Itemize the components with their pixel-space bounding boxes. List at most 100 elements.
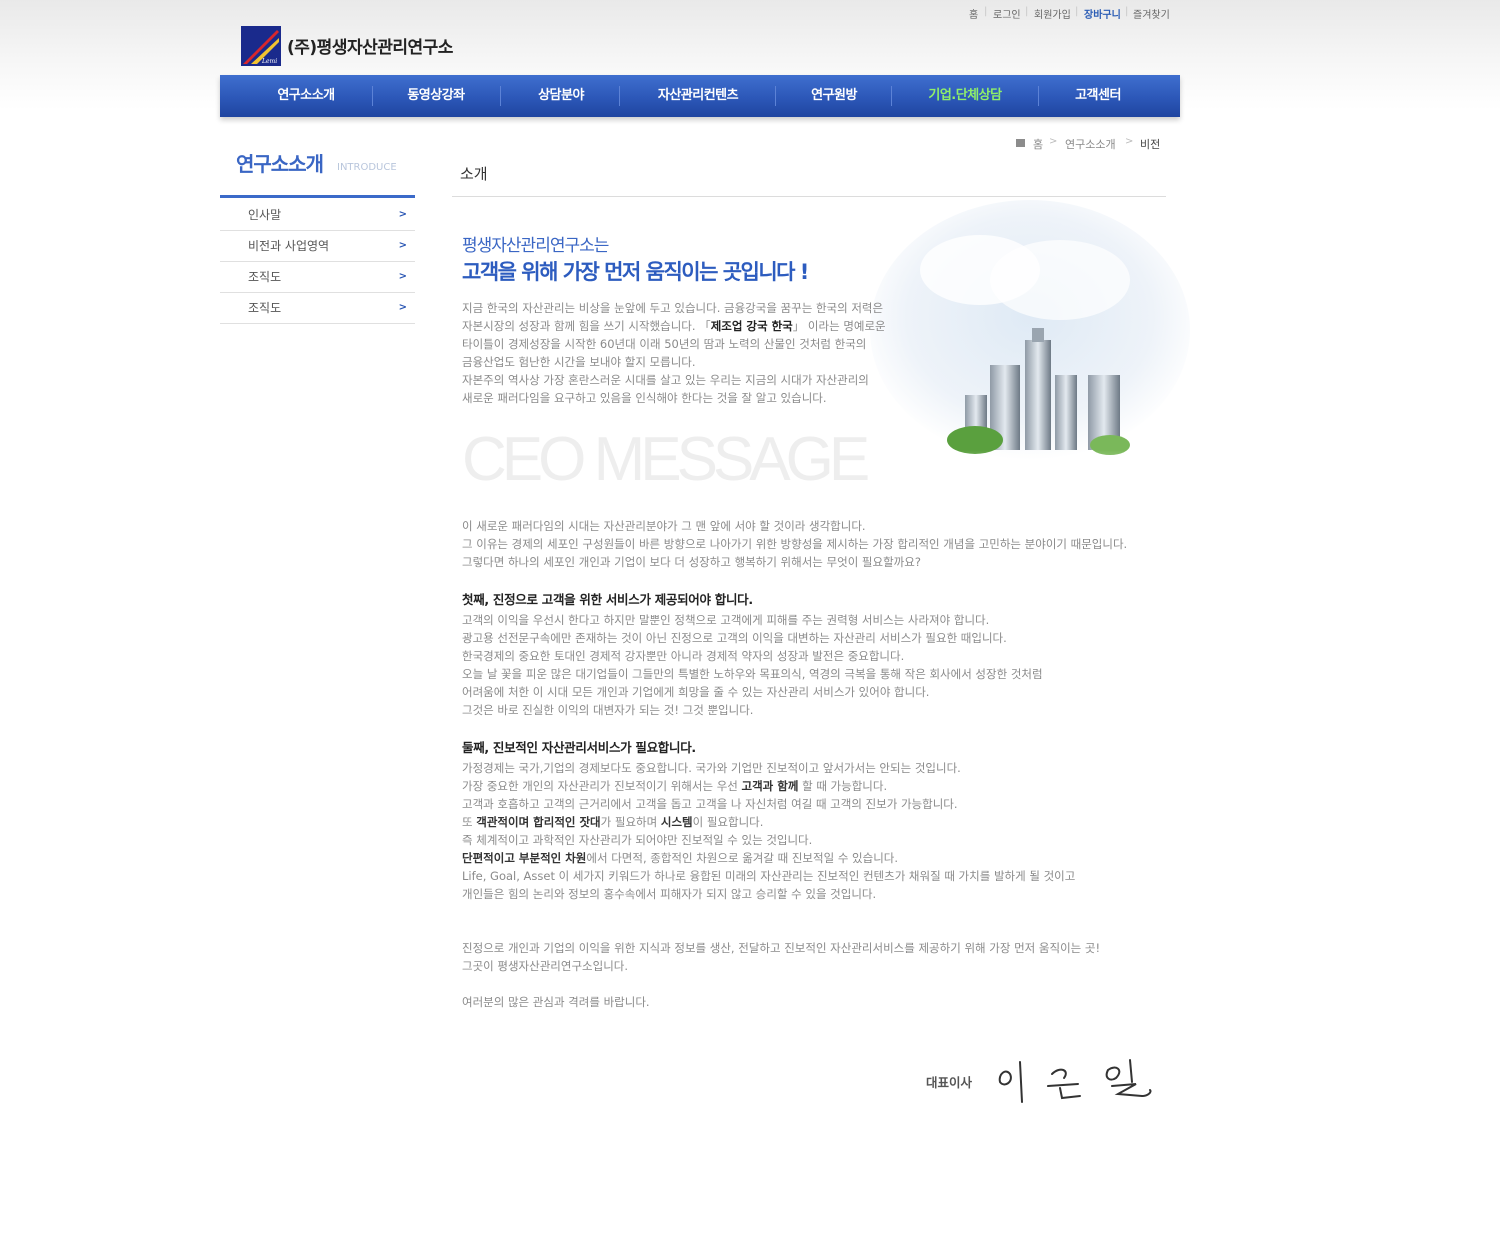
intro-text: 지금 한국의 자산관리는 비상을 눈앞에 두고 있습니다. 금융강국을 꿈꾸는 … [462,299,892,407]
gnb-divider [500,86,501,106]
paragraph-line: 광고용 선전문구속에만 존재하는 것이 아닌 진정으로 고객의 이익을 대변하는… [462,631,1007,645]
text-highlight: 객관적이며 합리적인 잣대 [476,815,601,829]
lnb-item-label: 비전과 사업영역 [248,239,330,253]
lnb-item-organization-2[interactable]: 조직도 > [220,293,415,324]
util-separator: | [1125,6,1129,17]
intro-line: 자본주의 역사상 가장 혼란스러운 시대를 살고 있는 우리는 지금의 시대가 … [462,373,869,387]
gnb-divider [1038,86,1039,106]
thanks-paragraph: 여러분의 많은 관심과 격려를 바랍니다. [462,993,1182,1011]
intro-line: 지금 한국의 자산관리는 비상을 눈앞에 두고 있습니다. 금융강국을 꿈꾸는 … [462,301,884,315]
gnb-divider [891,86,892,106]
text-highlight: 고객과 함께 [741,779,799,793]
closing-paragraph: 진정으로 개인과 기업의 이익을 위한 지식과 정보를 생산, 전달하고 진보적… [462,939,1182,975]
text-fragment: 이 필요합니다. [692,815,764,829]
text-fragment: 할 때 가능합니다. [798,779,888,793]
paragraph-line: 개인들은 힘의 논리와 정보의 홍수속에서 피해자가 되지 않고 승리할 수 있… [462,887,877,901]
paragraph-line: 그곳이 평생자산관리연구소입니다. [462,959,629,973]
signer-title: 대표이사 [926,1075,973,1090]
paragraph-line: Life, Goal, Asset 이 세가지 키워드가 하나로 융합된 미래의… [462,869,1076,883]
ceo-signature-image [998,1059,1152,1103]
gnb-divider [775,86,776,106]
section1-heading: 첫째, 진정으로 고객을 위한 서비스가 제공되어야 합니다. [462,592,753,607]
chevron-right-icon: > [398,209,407,220]
util-login-link[interactable]: 로그인 [993,6,1021,21]
gnb-item-researcher-room[interactable]: 연구원방 [788,75,880,117]
breadcrumb-current: 비전 [1140,138,1161,151]
text-highlight: 단편적이고 부분적인 차원 [462,851,587,865]
section2-heading: 둘째, 진보적인 자산관리서비스가 필요합니다. [462,740,696,755]
paragraph-line: 가장 중요한 개인의 자산관리가 진보적이기 위해서는 우선 고객과 함께 할 … [462,777,1182,795]
paragraph-line: 그것은 바로 진실한 이익의 대변자가 되는 것! 그것 뿐입니다. [462,703,754,717]
gnb-item-customer-center[interactable]: 고객센터 [1052,75,1144,117]
intro-text-fragment: 」 이라는 명예로운 [792,319,886,333]
lnb-item-label: 조직도 [248,270,282,284]
util-separator: | [1075,6,1079,17]
hero-subtitle: 평생자산관리연구소는 [462,236,609,256]
lnb-item-greeting[interactable]: 인사말 > [220,200,415,231]
gnb-divider [372,86,373,106]
section1-body: 고객의 이익을 우선시 한다고 하지만 말뿐인 정책으로 고객에게 피해를 주는… [462,611,1182,719]
logo-mark-text: Lemi [261,58,277,65]
intro-line: 자본시장의 성장과 함께 힘을 쓰기 시작했습니다. 「제조업 강국 한국」 이… [462,317,892,335]
text-fragment: 또 [462,815,477,829]
text-fragment: 가장 중요한 개인의 자산관리가 진보적이기 위해서는 우선 [462,779,742,793]
text-fragment: 가 필요하며 [600,815,661,829]
lnb-menu: 인사말 > 비전과 사업영역 > 조직도 > 조직도 > [220,200,415,324]
breadcrumb-about[interactable]: 연구소소개 [1065,136,1116,152]
gnb-divider [619,86,620,106]
logo-swoosh-icon: Lemi [241,26,281,66]
chevron-right-icon: > [398,240,407,251]
util-cart-link[interactable]: 장바구니 [1084,6,1121,21]
lnb-subtitle: INTRODUCE [337,162,397,173]
util-home-link[interactable]: 홈 [969,6,978,21]
paragraph-line: 고객의 이익을 우선시 한다고 하지만 말뿐인 정책으로 고객에게 피해를 주는… [462,613,990,627]
intro-line: 타이틀이 경제성장을 시작한 60년대 이래 50년의 땀과 노력의 산물인 것… [462,337,867,351]
gnb-item-contents[interactable]: 자산관리컨텐츠 [640,75,756,117]
main-navigation: 연구소소개 동영상강좌 상담분야 자산관리컨텐츠 연구원방 기업.단체상담 고객… [220,75,1180,117]
util-separator: | [1025,6,1029,17]
paragraph-line: 단편적이고 부분적인 차원에서 다면적, 종합적인 차원으로 옮겨갈 때 진보적… [462,849,1182,867]
intro-paragraph: 이 새로운 패러다임의 시대는 자산관리분야가 그 맨 앞에 서야 할 것이라 … [462,517,1182,571]
gnb-item-video-lectures[interactable]: 동영상강좌 [390,75,482,117]
breadcrumb-home[interactable]: 홈 [1033,136,1043,152]
intro-line: 새로운 패러다임을 요구하고 있음을 인식해야 한다는 것을 잘 알고 있습니다… [462,391,827,405]
paragraph-line: 즉 체계적이고 과학적인 자산관리가 되어야만 진보적일 수 있는 것입니다. [462,833,813,847]
lnb-item-vision[interactable]: 비전과 사업영역 > [220,231,415,262]
intro-highlight: 제조업 강국 한국 [710,319,793,333]
paragraph-line: 또 객관적이며 합리적인 잣대가 필요하며 시스템이 필요합니다. [462,813,1182,831]
lnb-title: 연구소소개 [236,152,324,176]
util-join-link[interactable]: 회원가입 [1034,6,1071,21]
intro-line: 금융산업도 험난한 시간을 보내야 할지 모릅니다. [462,355,696,369]
gnb-item-consulting[interactable]: 상담분야 [515,75,607,117]
paragraph-line: 진정으로 개인과 기업의 이익을 위한 지식과 정보를 생산, 전달하고 진보적… [462,941,1101,955]
intro-text-fragment: 자본시장의 성장과 함께 힘을 쓰기 시작했습니다. 「 [462,319,711,333]
gnb-item-about[interactable]: 연구소소개 [260,75,352,117]
paragraph-line: 가정경제는 국가,기업의 경제보다도 중요합니다. 국가와 기업만 진보적이고 … [462,761,961,775]
chevron-right-icon: > [398,271,407,282]
lnb-item-label: 인사말 [248,208,282,222]
logo-text[interactable]: (주)평생자산관리연구소 [287,33,453,58]
lnb-item-organization[interactable]: 조직도 > [220,262,415,293]
util-favorites-link[interactable]: 즐겨찾기 [1133,6,1170,21]
title-divider [452,196,1166,197]
utility-links: 홈 | 로그인 | 회원가입 | 장바구니 | 즐겨찾기 [955,6,1195,22]
gnb-item-corporate[interactable]: 기업.단체상담 [910,75,1020,117]
ceo-message-watermark: CEO MESSAGE [462,425,870,494]
section2-body: 가정경제는 국가,기업의 경제보다도 중요합니다. 국가와 기업만 진보적이고 … [462,759,1182,903]
text-highlight: 시스템 [660,815,693,829]
paragraph-line: 오늘 날 꽃을 피운 많은 대기업들이 그들만의 특별한 노하우와 목표의식, … [462,667,1043,681]
paragraph-line: 그 이유는 경제의 세포인 구성원들이 바른 방향으로 나아가기 위한 방향성을… [462,537,1128,551]
page-title: 소개 [460,165,488,183]
breadcrumb-arrow-icon: > [1049,136,1058,147]
breadcrumb-arrow-icon: > [1125,136,1134,147]
chevron-right-icon: > [398,302,407,313]
paragraph-line: 그렇다면 하나의 세포인 개인과 기업이 보다 더 성장하고 행복하기 위해서는… [462,555,921,569]
lnb-divider [220,195,415,198]
paragraph-line: 고객과 호흡하고 고객의 근거리에서 고객을 돕고 고객을 나 자신처럼 여길 … [462,797,958,811]
text-fragment: 에서 다면적, 종합적인 차원으로 옮겨갈 때 진보적일 수 있습니다. [586,851,899,865]
logo-mark[interactable]: Lemi [241,26,281,66]
util-separator: | [984,6,988,17]
paragraph-line: 어려움에 처한 이 시대 모든 개인과 기업에게 희망을 줄 수 있는 자산관리… [462,685,930,699]
home-icon [1016,139,1025,147]
paragraph-line: 여러분의 많은 관심과 격려를 바랍니다. [462,995,650,1009]
